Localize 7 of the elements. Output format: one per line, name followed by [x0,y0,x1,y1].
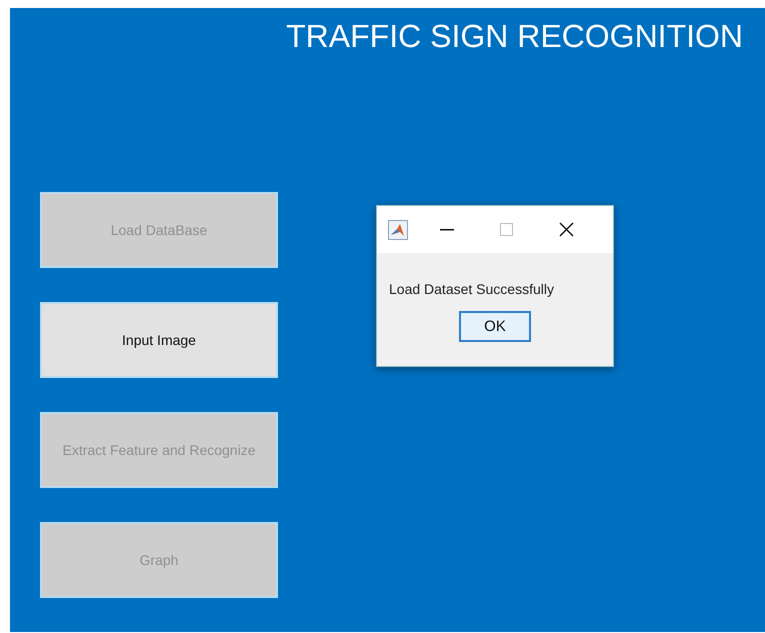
ok-button[interactable]: OK [459,311,531,342]
app-title: TRAFFIC SIGN RECOGNITION [285,18,744,54]
minimize-icon[interactable] [440,228,454,230]
close-icon[interactable] [559,222,574,237]
dialog-message: Load Dataset Successfully [389,281,554,297]
app-icon [388,220,408,240]
action-button[interactable]: Input Image [40,302,278,378]
